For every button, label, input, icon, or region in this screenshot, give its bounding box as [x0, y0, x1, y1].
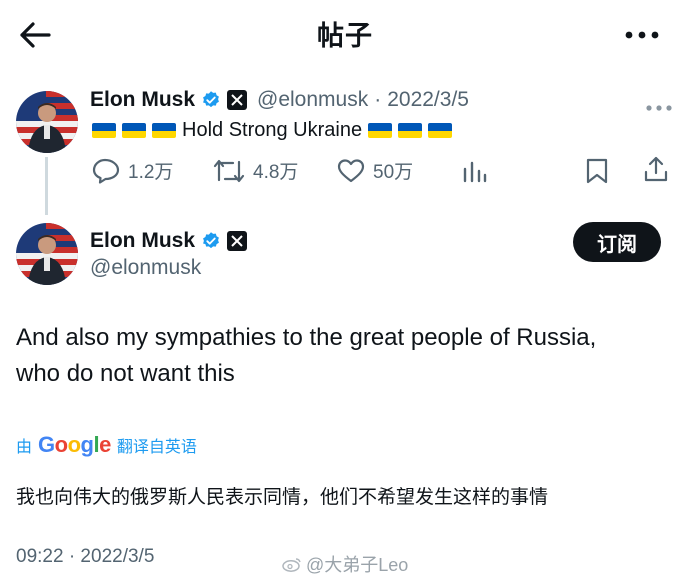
share-button[interactable]	[643, 155, 669, 183]
google-logo-letter: g	[80, 432, 94, 457]
views-button[interactable]	[462, 159, 488, 183]
main-tweet-line: who do not want this	[16, 360, 235, 387]
reply-icon	[92, 158, 120, 184]
more-horizontal-icon	[625, 31, 659, 39]
x-affiliation-icon	[227, 90, 248, 110]
ukraine-flag-icon	[428, 123, 453, 138]
more-horizontal-icon	[646, 105, 672, 111]
reply-button[interactable]: 1.2万	[92, 157, 173, 184]
tweet-more-button[interactable]	[646, 98, 672, 116]
share-icon	[644, 156, 668, 182]
analytics-icon	[463, 161, 487, 183]
google-logo-letter: e	[99, 432, 111, 457]
watermark-text: @大弟子Leo	[306, 555, 409, 575]
ukraine-flag-icon	[152, 123, 176, 138]
main-tweet-line: And also my sympathies to the great peop…	[16, 324, 597, 351]
separator: ·	[374, 88, 382, 111]
verified-badge-icon	[203, 232, 219, 249]
display-name[interactable]: Elon Musk	[90, 229, 195, 253]
display-name[interactable]: Elon Musk	[90, 88, 195, 112]
ukraine-flag-icon	[368, 123, 393, 138]
handle[interactable]: @elonmusk	[90, 256, 201, 280]
retweet-count: 4.8万	[253, 162, 299, 183]
thread-connector-line	[45, 157, 48, 215]
subscribe-button[interactable]: 订阅	[573, 222, 661, 262]
bookmark-icon	[586, 158, 608, 184]
retweet-icon	[213, 159, 245, 182]
avatar[interactable]	[16, 91, 78, 153]
verified-badge-icon	[203, 91, 219, 108]
ukraine-flag-icon	[398, 123, 423, 138]
tweet-text: Hold Strong Ukraine	[92, 119, 453, 142]
like-button[interactable]: 50万	[337, 157, 413, 184]
avatar-image	[16, 223, 78, 285]
google-logo-letter: G	[38, 432, 55, 457]
page-title: 帖子	[317, 21, 373, 51]
avatar[interactable]	[16, 223, 78, 285]
handle[interactable]: @elonmusk	[257, 88, 368, 112]
translated-text: 我也向伟大的俄罗斯人民表示同情，他们不希望发生这样的事情	[16, 487, 549, 508]
watermark: @大弟子Leo	[282, 551, 408, 577]
like-count: 50万	[373, 162, 414, 183]
bookmark-button[interactable]	[585, 157, 609, 185]
heart-icon	[337, 158, 365, 182]
translate-suffix: 翻译自英语	[116, 439, 197, 456]
reply-count: 1.2万	[128, 162, 174, 183]
translate-prefix: 由	[16, 439, 33, 456]
tweet-body: Hold Strong Ukraine	[182, 119, 363, 141]
google-logo-letter: o	[67, 432, 81, 457]
weibo-icon	[282, 558, 301, 572]
ukraine-flag-icon	[122, 123, 146, 138]
google-logo: Google	[38, 432, 111, 458]
ukraine-flag-icon	[92, 123, 116, 138]
main-tweet-text: And also my sympathies to the great peop…	[16, 320, 656, 392]
tweet-timestamp[interactable]: 09:22 · 2022/3/5	[16, 546, 154, 568]
translation-attribution[interactable]: 由 Google 翻译自英语	[16, 432, 197, 458]
tweet-date[interactable]: 2022/3/5	[387, 88, 469, 112]
google-logo-letter: o	[54, 432, 68, 457]
retweet-button[interactable]: 4.8万	[213, 157, 298, 184]
avatar-image	[16, 91, 78, 153]
x-affiliation-icon	[227, 231, 248, 251]
more-options-button[interactable]	[618, 20, 666, 50]
